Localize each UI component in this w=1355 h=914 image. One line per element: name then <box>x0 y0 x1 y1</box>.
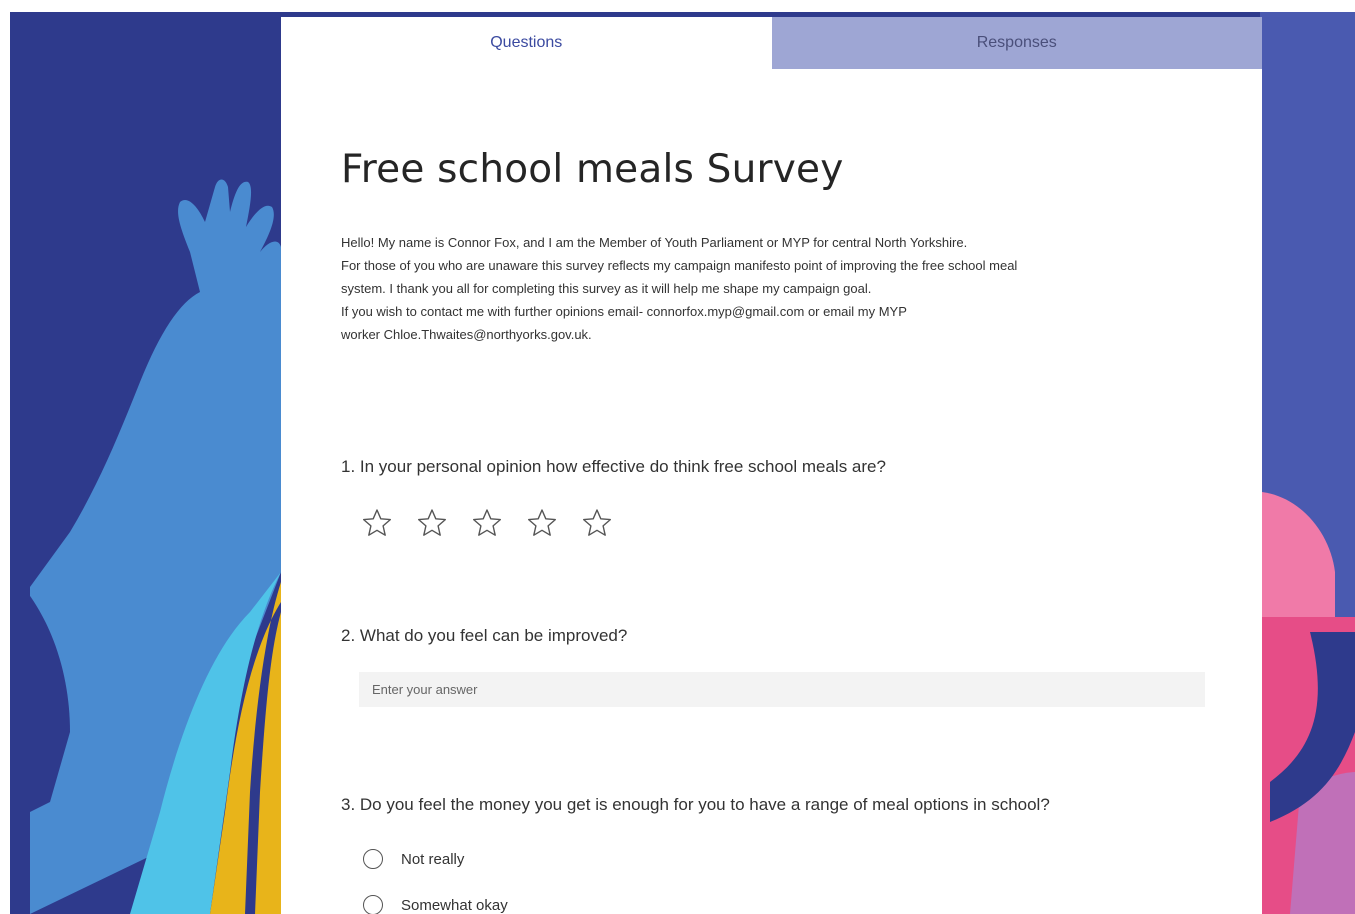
star-icon[interactable] <box>581 507 613 539</box>
question-1-text: 1. In your personal opinion how effectiv… <box>341 457 886 476</box>
description-line: system. I thank you all for completing t… <box>341 281 872 296</box>
radio-option-label: Not really <box>401 850 465 868</box>
tab-responses[interactable]: Responses <box>771 17 1262 69</box>
question-2-answer-input[interactable] <box>359 672 1205 707</box>
star-icon[interactable] <box>471 507 503 539</box>
star-icon[interactable] <box>361 507 393 539</box>
tab-bar: Questions Responses <box>281 17 1262 69</box>
form-title: Free school meals Survey <box>341 147 844 192</box>
description-line: Hello! My name is Connor Fox, and I am t… <box>341 235 968 250</box>
star-icon[interactable] <box>416 507 448 539</box>
survey-card: Questions Responses Free school meals Su… <box>281 17 1262 914</box>
radio-option-not-really[interactable]: Not really <box>363 849 464 869</box>
description-line: If you wish to contact me with further o… <box>341 304 907 319</box>
form-description: Hello! My name is Connor Fox, and I am t… <box>341 231 1201 346</box>
tab-questions[interactable]: Questions <box>281 17 772 69</box>
radio-option-somewhat-okay[interactable]: Somewhat okay <box>363 895 508 914</box>
question-3-text: 3. Do you feel the money you get is enou… <box>341 795 1050 814</box>
radio-button[interactable] <box>363 895 383 914</box>
question-2-text: 2. What do you feel can be improved? <box>341 626 628 645</box>
radio-option-label: Somewhat okay <box>401 896 508 914</box>
radio-button[interactable] <box>363 849 383 869</box>
description-line: For those of you who are unaware this su… <box>341 258 1018 273</box>
description-line: worker Chloe.Thwaites@northyorks.gov.uk. <box>341 327 592 342</box>
question-1-star-rating <box>361 507 613 539</box>
star-icon[interactable] <box>526 507 558 539</box>
